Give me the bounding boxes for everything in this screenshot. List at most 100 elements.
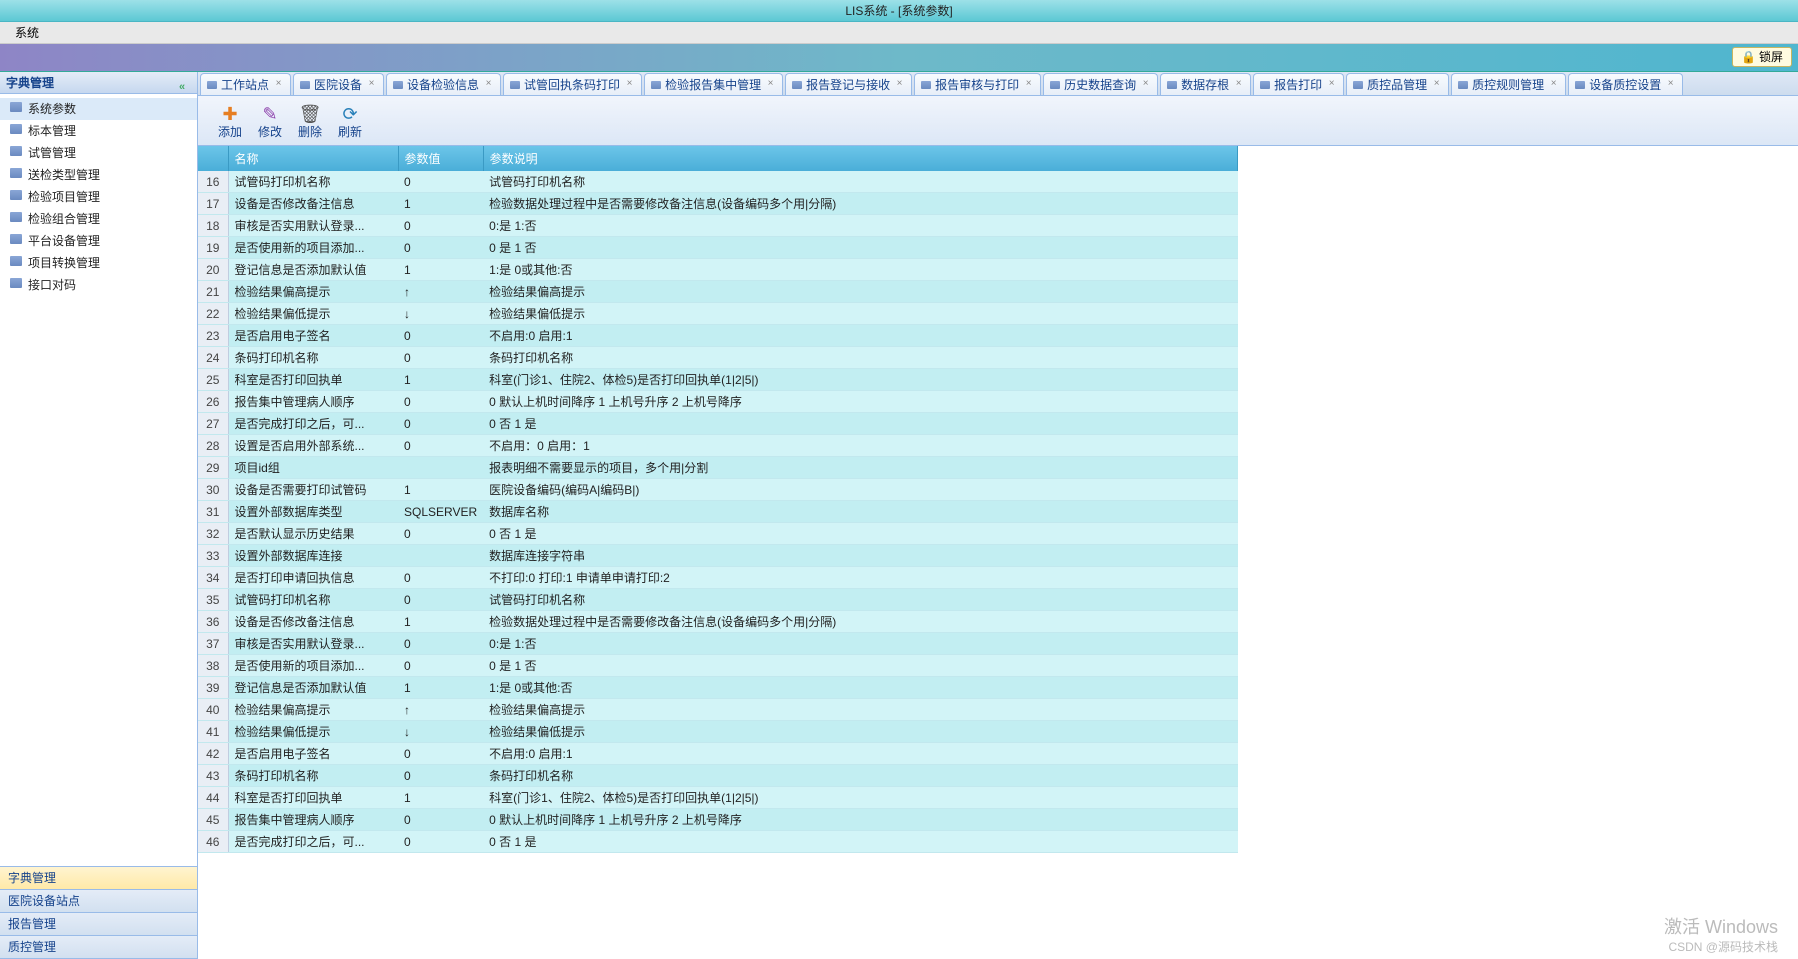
table-row[interactable]: 34是否打印申请回执信息0不打印:0 打印:1 申请单申请打印:2 bbox=[198, 567, 1238, 589]
table-row[interactable]: 17设备是否修改备注信息1检验数据处理过程中是否需要修改备注信息(设备编码多个用… bbox=[198, 193, 1238, 215]
tab-10[interactable]: 质控品管理× bbox=[1346, 73, 1449, 95]
sidebar-item-8[interactable]: 接口对码 bbox=[0, 274, 197, 296]
cell-desc: 数据库名称 bbox=[483, 501, 1237, 523]
cell-desc: 0 默认上机时间降序 1 上机号升序 2 上机号降序 bbox=[483, 809, 1237, 831]
refresh-button[interactable]: ⟳刷新 bbox=[330, 103, 370, 139]
tab-close-icon[interactable]: × bbox=[1431, 79, 1442, 90]
tab-12[interactable]: 设备质控设置× bbox=[1568, 73, 1683, 95]
tab-2[interactable]: 设备检验信息× bbox=[386, 73, 501, 95]
edit-button[interactable]: ✎修改 bbox=[250, 103, 290, 139]
table-row[interactable]: 42是否启用电子签名0不启用:0 启用:1 bbox=[198, 743, 1238, 765]
cell-name: 是否打印申请回执信息 bbox=[228, 567, 398, 589]
cell-desc: 0 否 1 是 bbox=[483, 523, 1237, 545]
tab-5[interactable]: 报告登记与接收× bbox=[785, 73, 912, 95]
accordion-item-3[interactable]: 质控管理 bbox=[0, 936, 197, 959]
table-row[interactable]: 33设置外部数据库连接数据库连接字符串 bbox=[198, 545, 1238, 567]
table-row[interactable]: 29项目id组报表明细不需要显示的项目，多个用|分割 bbox=[198, 457, 1238, 479]
table-row[interactable]: 38是否使用新的项目添加...00 是 1 否 bbox=[198, 655, 1238, 677]
collapse-icon[interactable]: « bbox=[179, 76, 193, 90]
sidebar-item-3[interactable]: 送检类型管理 bbox=[0, 164, 197, 186]
table-row[interactable]: 30设备是否需要打印试管码1医院设备编码(编码A|编码B|) bbox=[198, 479, 1238, 501]
col-value[interactable]: 参数值 bbox=[398, 146, 483, 171]
tab-9[interactable]: 报告打印× bbox=[1253, 73, 1344, 95]
sidebar-title: 字典管理 bbox=[6, 76, 54, 90]
delete-button[interactable]: 🗑删除 bbox=[290, 103, 330, 139]
tab-close-icon[interactable]: × bbox=[366, 79, 377, 90]
accordion-item-0[interactable]: 字典管理 bbox=[0, 867, 197, 890]
col-name[interactable]: 名称 bbox=[228, 146, 398, 171]
table-row[interactable]: 16试管码打印机名称0试管码打印机名称 bbox=[198, 171, 1238, 193]
cell-desc: 试管码打印机名称 bbox=[483, 171, 1237, 193]
table-row[interactable]: 21检验结果偏高提示↑检验结果偏高提示 bbox=[198, 281, 1238, 303]
cell-name: 设置外部数据库类型 bbox=[228, 501, 398, 523]
sidebar-item-5[interactable]: 检验组合管理 bbox=[0, 208, 197, 230]
tab-0[interactable]: 工作站点× bbox=[200, 73, 291, 95]
table-row[interactable]: 23是否启用电子签名0不启用:0 启用:1 bbox=[198, 325, 1238, 347]
cell-value: SQLSERVER bbox=[398, 501, 483, 523]
cell-desc: 科室(门诊1、住院2、体检5)是否打印回执单(1|2|5|) bbox=[483, 369, 1237, 391]
sidebar-item-7[interactable]: 项目转换管理 bbox=[0, 252, 197, 274]
table-row[interactable]: 18审核是否实用默认登录...00:是 1:否 bbox=[198, 215, 1238, 237]
cell-rownum: 46 bbox=[198, 831, 228, 853]
tab-close-icon[interactable]: × bbox=[1140, 79, 1151, 90]
table-row[interactable]: 37审核是否实用默认登录...00:是 1:否 bbox=[198, 633, 1238, 655]
cell-rownum: 33 bbox=[198, 545, 228, 567]
tab-close-icon[interactable]: × bbox=[765, 79, 776, 90]
table-row[interactable]: 25科室是否打印回执单1科室(门诊1、住院2、体检5)是否打印回执单(1|2|5… bbox=[198, 369, 1238, 391]
sidebar-item-4[interactable]: 检验项目管理 bbox=[0, 186, 197, 208]
table-row[interactable]: 45报告集中管理病人顺序00 默认上机时间降序 1 上机号升序 2 上机号降序 bbox=[198, 809, 1238, 831]
tab-4[interactable]: 检验报告集中管理× bbox=[644, 73, 783, 95]
add-button[interactable]: ✚添加 bbox=[210, 103, 250, 139]
accordion-item-1[interactable]: 医院设备站点 bbox=[0, 890, 197, 913]
table-row[interactable]: 20登记信息是否添加默认值11:是 0或其他:否 bbox=[198, 259, 1238, 281]
cell-value: 0 bbox=[398, 809, 483, 831]
cell-value: 0 bbox=[398, 633, 483, 655]
table-row[interactable]: 44科室是否打印回执单1科室(门诊1、住院2、体检5)是否打印回执单(1|2|5… bbox=[198, 787, 1238, 809]
lock-button[interactable]: 🔒锁屏 bbox=[1732, 47, 1792, 67]
grid-wrap[interactable]: 名称 参数值 参数说明 16试管码打印机名称0试管码打印机名称17设备是否修改备… bbox=[198, 146, 1798, 959]
tab-close-icon[interactable]: × bbox=[273, 79, 284, 90]
tab-6[interactable]: 报告审核与打印× bbox=[914, 73, 1041, 95]
sidebar-item-0[interactable]: 系统参数 bbox=[0, 98, 197, 120]
tab-close-icon[interactable]: × bbox=[1326, 79, 1337, 90]
table-row[interactable]: 36设备是否修改备注信息1检验数据处理过程中是否需要修改备注信息(设备编码多个用… bbox=[198, 611, 1238, 633]
cell-rownum: 42 bbox=[198, 743, 228, 765]
cell-desc: 0 否 1 是 bbox=[483, 413, 1237, 435]
tab-7[interactable]: 历史数据查询× bbox=[1043, 73, 1158, 95]
col-desc[interactable]: 参数说明 bbox=[483, 146, 1237, 171]
tab-11[interactable]: 质控规则管理× bbox=[1451, 73, 1566, 95]
table-row[interactable]: 41检验结果偏低提示↓检验结果偏低提示 bbox=[198, 721, 1238, 743]
table-row[interactable]: 31设置外部数据库类型SQLSERVER数据库名称 bbox=[198, 501, 1238, 523]
tab-close-icon[interactable]: × bbox=[1665, 79, 1676, 90]
tab-8[interactable]: 数据存根× bbox=[1160, 73, 1251, 95]
accordion-item-2[interactable]: 报告管理 bbox=[0, 913, 197, 936]
tab-close-icon[interactable]: × bbox=[483, 79, 494, 90]
sidebar-item-1[interactable]: 标本管理 bbox=[0, 120, 197, 142]
table-row[interactable]: 43条码打印机名称0条码打印机名称 bbox=[198, 765, 1238, 787]
table-row[interactable]: 46是否完成打印之后，可...00 否 1 是 bbox=[198, 831, 1238, 853]
table-row[interactable]: 19是否使用新的项目添加...00 是 1 否 bbox=[198, 237, 1238, 259]
params-grid: 名称 参数值 参数说明 16试管码打印机名称0试管码打印机名称17设备是否修改备… bbox=[198, 146, 1238, 853]
cell-rownum: 27 bbox=[198, 413, 228, 435]
cell-value: 0 bbox=[398, 391, 483, 413]
tab-close-icon[interactable]: × bbox=[624, 79, 635, 90]
table-row[interactable]: 28设置是否启用外部系统...0不启用：0 启用：1 bbox=[198, 435, 1238, 457]
tab-close-icon[interactable]: × bbox=[1548, 79, 1559, 90]
table-row[interactable]: 27是否完成打印之后，可...00 否 1 是 bbox=[198, 413, 1238, 435]
tab-close-icon[interactable]: × bbox=[1233, 79, 1244, 90]
sidebar-item-2[interactable]: 试管管理 bbox=[0, 142, 197, 164]
table-row[interactable]: 35试管码打印机名称0试管码打印机名称 bbox=[198, 589, 1238, 611]
table-row[interactable]: 26报告集中管理病人顺序00 默认上机时间降序 1 上机号升序 2 上机号降序 bbox=[198, 391, 1238, 413]
tab-1[interactable]: 医院设备× bbox=[293, 73, 384, 95]
tab-icon bbox=[1260, 81, 1270, 89]
table-row[interactable]: 32是否默认显示历史结果00 否 1 是 bbox=[198, 523, 1238, 545]
table-row[interactable]: 24条码打印机名称0条码打印机名称 bbox=[198, 347, 1238, 369]
tab-3[interactable]: 试管回执条码打印× bbox=[503, 73, 642, 95]
tab-close-icon[interactable]: × bbox=[894, 79, 905, 90]
table-row[interactable]: 40检验结果偏高提示↑检验结果偏高提示 bbox=[198, 699, 1238, 721]
sidebar-item-6[interactable]: 平台设备管理 bbox=[0, 230, 197, 252]
menu-system[interactable]: 系统 bbox=[15, 26, 39, 40]
table-row[interactable]: 22检验结果偏低提示↓检验结果偏低提示 bbox=[198, 303, 1238, 325]
table-row[interactable]: 39登记信息是否添加默认值11:是 0或其他:否 bbox=[198, 677, 1238, 699]
tab-close-icon[interactable]: × bbox=[1023, 79, 1034, 90]
